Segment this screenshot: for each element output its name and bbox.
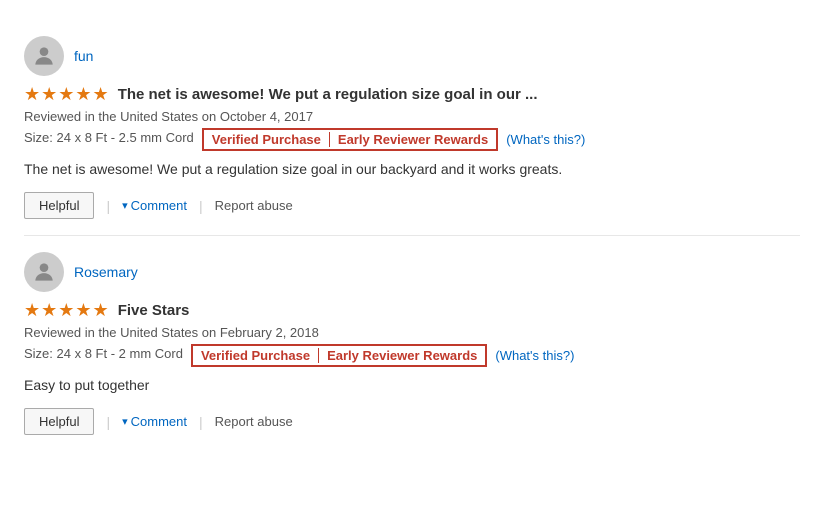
review-1: fun ★★★★★ The net is awesome! We put a r… — [24, 20, 800, 236]
report-abuse-link[interactable]: Report abuse — [215, 198, 293, 213]
chevron-down-icon: ▾ — [122, 199, 128, 212]
comment-label: Comment — [131, 414, 187, 429]
comment-link[interactable]: ▾ Comment — [122, 414, 187, 429]
early-reviewer-badge: Early Reviewer Rewards — [319, 346, 485, 365]
actions-row: Helpful | ▾ Comment | Report abuse — [24, 192, 800, 219]
separator-1: | — [106, 414, 110, 430]
badges-row: Size: 24 x 8 Ft - 2.5 mm Cord Verified P… — [24, 128, 800, 151]
badges-row: Size: 24 x 8 Ft - 2 mm Cord Verified Pur… — [24, 344, 800, 367]
report-abuse-link[interactable]: Report abuse — [215, 414, 293, 429]
comment-label: Comment — [131, 198, 187, 213]
badge-box: Verified Purchase Early Reviewer Rewards — [191, 344, 487, 367]
helpful-button[interactable]: Helpful — [24, 192, 94, 219]
whats-this-link[interactable]: (What's this?) — [506, 132, 585, 147]
review-title: Five Stars — [118, 302, 190, 319]
review-body: Easy to put together — [24, 375, 800, 396]
separator-2: | — [199, 198, 203, 214]
review-title: The net is awesome! We put a regulation … — [118, 86, 538, 103]
chevron-down-icon: ▾ — [122, 415, 128, 428]
size-info: Size: 24 x 8 Ft - 2 mm Cord — [24, 346, 183, 361]
helpful-button[interactable]: Helpful — [24, 408, 94, 435]
separator-2: | — [199, 414, 203, 430]
star-rating: ★★★★★ — [24, 84, 110, 105]
avatar — [24, 252, 64, 292]
star-rating: ★★★★★ — [24, 300, 110, 321]
review-date: Reviewed in the United States on October… — [24, 109, 800, 124]
review-2: Rosemary ★★★★★ Five Stars Reviewed in th… — [24, 236, 800, 451]
stars-title-row: ★★★★★ The net is awesome! We put a regul… — [24, 84, 800, 105]
whats-this-link[interactable]: (What's this?) — [495, 348, 574, 363]
reviewer-row: Rosemary — [24, 252, 800, 292]
verified-purchase-badge: Verified Purchase — [204, 130, 329, 149]
review-date: Reviewed in the United States on Februar… — [24, 325, 800, 340]
review-body: The net is awesome! We put a regulation … — [24, 159, 800, 180]
avatar — [24, 36, 64, 76]
actions-row: Helpful | ▾ Comment | Report abuse — [24, 408, 800, 435]
size-info: Size: 24 x 8 Ft - 2.5 mm Cord — [24, 130, 194, 145]
reviewer-name[interactable]: Rosemary — [74, 264, 138, 280]
early-reviewer-badge: Early Reviewer Rewards — [330, 130, 496, 149]
stars-title-row: ★★★★★ Five Stars — [24, 300, 800, 321]
separator-1: | — [106, 198, 110, 214]
reviewer-name[interactable]: fun — [74, 48, 93, 64]
comment-link[interactable]: ▾ Comment — [122, 198, 187, 213]
reviewer-row: fun — [24, 36, 800, 76]
verified-purchase-badge: Verified Purchase — [193, 346, 318, 365]
badge-box: Verified Purchase Early Reviewer Rewards — [202, 128, 498, 151]
